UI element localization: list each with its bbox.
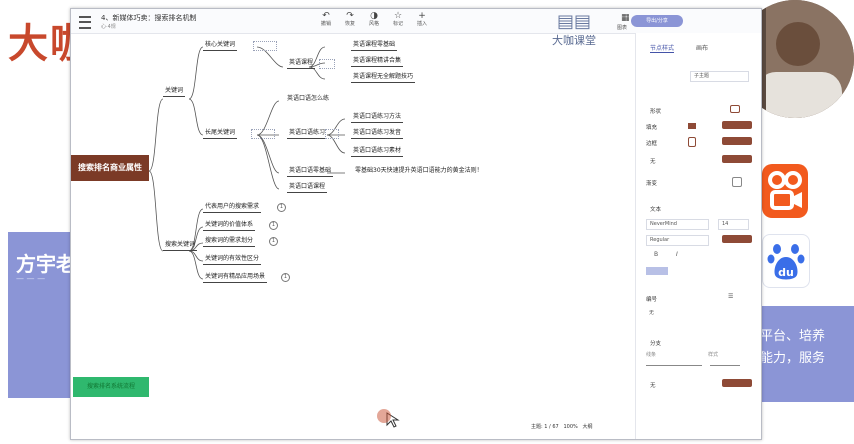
border-icon[interactable] (688, 137, 696, 147)
export-share-button[interactable]: 导出/分享 (631, 15, 683, 27)
node-english-course-3[interactable]: 英语课程无全解题技巧 (351, 73, 416, 83)
node-search-3[interactable]: 搜索词的需求划分 (203, 237, 256, 247)
tab-node-style[interactable]: 节点样式 (650, 43, 675, 53)
slide-right-text: 平台、培养 能力，服务 (760, 326, 825, 370)
mindmap-app-window: 4、新媒体巧卖：搜索排名机制 心·4规 ↶ 撤销 ↷ 恢复 ◑ 风格 ☆ 标记 … (70, 8, 762, 440)
gradient-label: 渐变 (646, 181, 658, 187)
text-section-label: 文本 (650, 207, 662, 213)
node-search-1-badge[interactable]: 1 (277, 203, 286, 212)
english-course-note (319, 59, 335, 69)
node-english-course[interactable]: 英语课程 (287, 59, 316, 69)
numbering-icon[interactable]: ☰ (728, 293, 733, 300)
text-color-swatch[interactable] (722, 235, 752, 243)
slide-right-text-line1: 平台、培养 (760, 329, 826, 344)
numbering-select[interactable]: 无 (646, 309, 747, 318)
node-search-5[interactable]: 关键词有精品应用场景 (203, 273, 268, 283)
root-node[interactable]: 搜索排名商业属性 (71, 155, 149, 181)
branch-color-label: 无 (650, 383, 656, 389)
zoom-level[interactable]: 100% (563, 424, 577, 430)
longtail-note (251, 129, 275, 139)
none-label: 无 (650, 159, 656, 165)
search-ranking-flow-button[interactable]: 搜索排名系统流程 (73, 377, 149, 397)
branch-section-label: 分支 (650, 341, 662, 347)
branch-line-label: 线条 (646, 352, 657, 358)
node-english-course-1[interactable]: 英语课程零基础 (351, 41, 398, 51)
node-search-2[interactable]: 关键词的价值体系 (203, 221, 256, 231)
mindmap-connectors (148, 46, 346, 280)
slide-blue-card-text: 方宇老 (16, 252, 76, 276)
node-search-2-badge[interactable]: 1 (269, 221, 278, 230)
shadow-color-swatch[interactable] (722, 155, 752, 163)
shape-label: 形状 (650, 109, 662, 115)
format-panel: 节点样式 画布 子主题 形状 填充 边框 无 渐变 文本 NeverMind 1… (635, 33, 761, 439)
border-color-swatch[interactable] (722, 137, 752, 145)
fill-label: 填充 (646, 125, 658, 131)
node-longtail-2[interactable]: 英语口语练习 (287, 129, 328, 139)
node-practice-3[interactable]: 英语口语练习素材 (351, 147, 404, 157)
baidu-icon: du (762, 234, 810, 288)
node-search-4[interactable]: 关键词的有效性区分 (203, 255, 262, 265)
node-core-keywords[interactable]: 核心关键词 (203, 41, 238, 51)
longtail-2-note (325, 129, 339, 139)
numbering-label: 编号 (646, 297, 658, 303)
bold-icon[interactable]: B (654, 251, 658, 258)
node-search-keywords[interactable]: 搜索关键词 (163, 241, 198, 251)
node-longtail-1[interactable]: 英语口语怎么练 (287, 95, 329, 103)
node-search-3-badge[interactable]: 1 (269, 237, 278, 246)
node-longtail-4[interactable]: 英语口语课程 (287, 183, 328, 193)
slide-title: 大咖 (8, 22, 70, 66)
svg-text:du: du (778, 266, 794, 279)
click-indicator (377, 409, 391, 423)
topic-count: 主题: 1 / 67 (531, 424, 559, 430)
slide-blue-card-sub: — — — (16, 274, 46, 283)
gradient-checkbox[interactable] (732, 177, 742, 187)
font-family-select[interactable]: NeverMind (646, 219, 709, 230)
node-longtail-keywords[interactable]: 长尾关键词 (203, 129, 238, 139)
font-size-select[interactable]: 14 (718, 219, 749, 230)
node-english-course-2[interactable]: 英语课程精讲合集 (351, 57, 404, 67)
node-search-5-badge[interactable]: 1 (281, 273, 290, 282)
node-practice-2[interactable]: 英语口语练习发音 (351, 129, 404, 139)
status-bar: 主题: 1 / 67 100% 大纲 (531, 423, 593, 430)
fill-color-icon[interactable] (688, 123, 696, 129)
fill-color-swatch[interactable] (722, 121, 752, 129)
italic-icon[interactable]: I (676, 251, 678, 258)
branch-line-width-slider[interactable] (646, 365, 702, 366)
node-zero-base-rule[interactable]: 零基础30天快速提升英语口语能力的黄金法则！ (355, 167, 483, 175)
font-weight-select[interactable]: Regular (646, 235, 709, 246)
branch-style-select[interactable] (710, 365, 740, 366)
node-keywords[interactable]: 关键词 (163, 87, 186, 97)
node-practice-1[interactable]: 英语口语练习方法 (351, 113, 404, 123)
core-keywords-note (253, 41, 277, 51)
text-align-left-button[interactable] (646, 267, 668, 275)
border-label: 边框 (646, 141, 658, 147)
outline-toggle[interactable]: 大纲 (583, 424, 593, 430)
node-search-1[interactable]: 代表用户的搜索需求 (203, 203, 262, 213)
shape-rounded-icon[interactable] (730, 105, 740, 113)
branch-style-label: 样式 (708, 352, 719, 358)
node-longtail-3[interactable]: 英语口语零基础 (287, 167, 334, 177)
slide-right-text-line2: 能力，服务 (760, 351, 826, 366)
tab-canvas[interactable]: 画布 (696, 43, 708, 52)
subtopic-select[interactable]: 子主题 (690, 71, 749, 82)
kuaishou-icon (762, 164, 808, 218)
branch-color-swatch[interactable] (722, 379, 752, 387)
